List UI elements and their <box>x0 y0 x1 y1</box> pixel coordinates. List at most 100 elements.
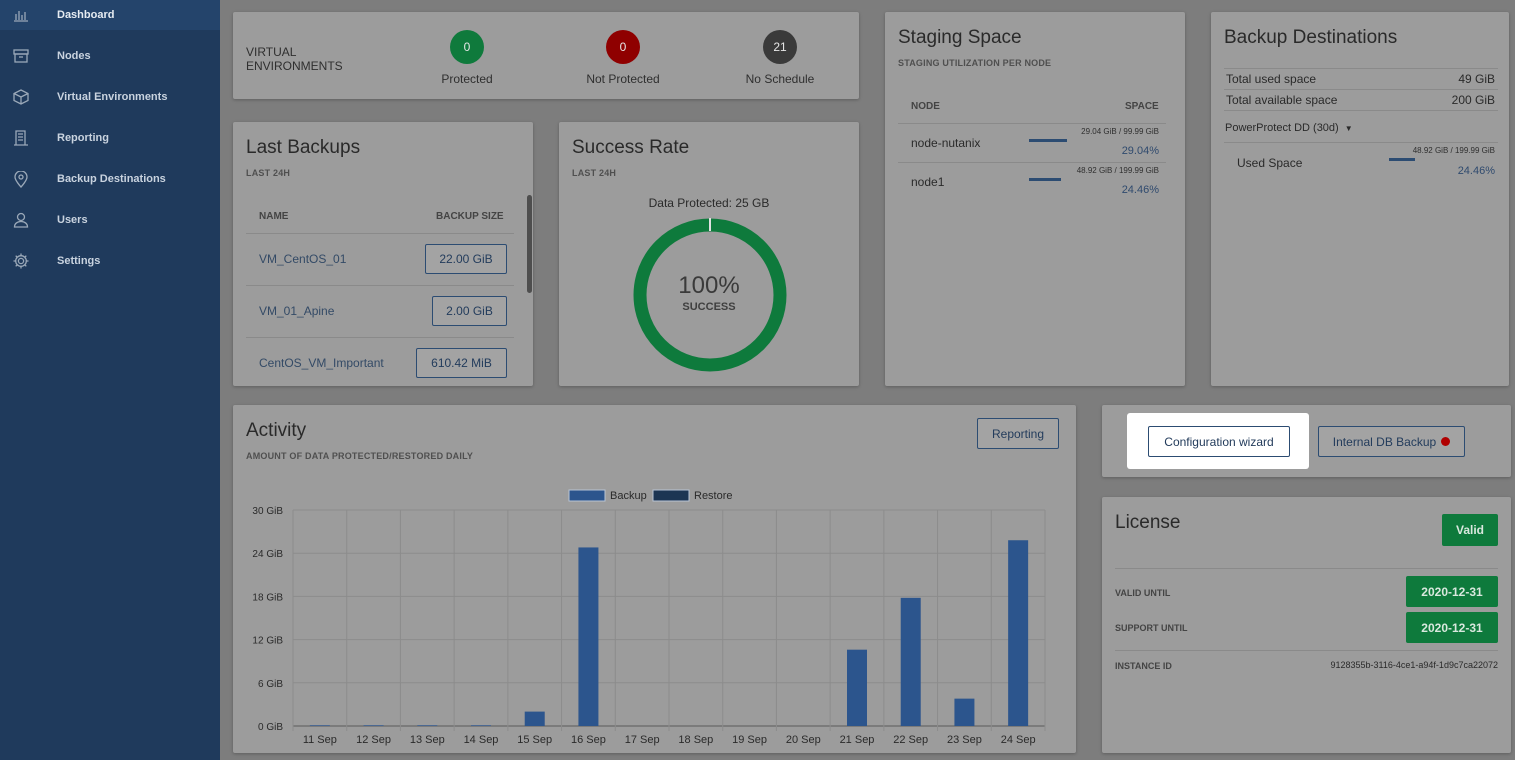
protected-label: Protected <box>441 72 493 86</box>
x-tick-label: 24 Sep <box>1001 734 1036 746</box>
ve-stat-protected[interactable]: 0 Protected <box>407 30 527 86</box>
column-header-node: NODE <box>911 101 940 112</box>
sidebar-item-dashboard[interactable]: Dashboard <box>0 0 220 30</box>
virtual-environments-card: VIRTUAL ENVIRONMENTS 0 Protected 0 Not P… <box>233 12 859 99</box>
virtual-environments-label: VIRTUAL ENVIRONMENTS <box>246 45 356 73</box>
total-available-label: Total available space <box>1226 93 1338 107</box>
license-valid-badge: Valid <box>1442 514 1498 546</box>
sidebar-item-label: Backup Destinations <box>57 173 166 185</box>
staging-space-subtitle: STAGING UTILIZATION PER NODE <box>898 58 1052 68</box>
report-icon <box>12 129 30 147</box>
sidebar-item-label: Settings <box>57 255 101 267</box>
divider <box>1224 89 1498 90</box>
backup-bar <box>417 725 438 726</box>
divider <box>246 337 514 338</box>
staging-usage-text: 48.92 GiB / 199.99 GiB <box>1076 166 1159 175</box>
instance-id-label: INSTANCE ID <box>1115 661 1172 671</box>
divider <box>1224 68 1498 69</box>
x-tick-label: 12 Sep <box>356 734 391 746</box>
x-tick-label: 18 Sep <box>678 734 713 746</box>
sidebar-item-label: Virtual Environments <box>57 91 168 103</box>
internal-db-backup-label: Internal DB Backup <box>1332 434 1437 449</box>
staging-usage-percent: 24.46% <box>1121 184 1159 196</box>
backup-bar <box>900 597 921 726</box>
divider <box>898 162 1166 163</box>
staging-node-name: node-nutanix <box>911 136 981 150</box>
configuration-wizard-button[interactable]: Configuration wizard <box>1148 426 1290 457</box>
backup-bar <box>847 649 867 726</box>
x-tick-label: 15 Sep <box>517 734 552 746</box>
last-backups-scrollbar[interactable] <box>527 195 532 293</box>
divider <box>1115 650 1498 651</box>
y-tick-label: 24 GiB <box>252 549 283 560</box>
backup-row-name[interactable]: CentOS_VM_Important <box>259 356 384 370</box>
activity-chart: 0 GiB 6 GiB 12 GiB 18 GiB 24 GiB 30 GiB 11 Sep… <box>252 489 1046 746</box>
x-tick-label: 14 Sep <box>464 734 499 746</box>
staging-usage-percent: 29.04% <box>1121 145 1159 157</box>
divider <box>898 123 1166 124</box>
divider <box>1224 142 1498 143</box>
sidebar-item-nodes[interactable]: Nodes <box>0 41 220 71</box>
protected-count-badge: 0 <box>450 30 484 64</box>
cube-icon <box>12 88 30 106</box>
success-rate-subtitle: LAST 24H <box>572 168 617 178</box>
sidebar-item-label: Users <box>57 214 88 226</box>
support-until-value: 2020-12-31 <box>1406 612 1498 643</box>
used-space-percent: 24.46% <box>1457 165 1495 177</box>
sidebar-item-virtual-environments[interactable]: Virtual Environments <box>0 82 220 112</box>
backup-bar <box>309 725 330 726</box>
y-tick-label: 0 GiB <box>258 722 283 733</box>
used-space-bar <box>1389 158 1415 161</box>
sidebar: Dashboard Nodes Virtual Environments Rep… <box>0 0 220 760</box>
gear-icon <box>12 252 30 270</box>
user-icon <box>12 211 30 229</box>
staging-node-name: node1 <box>911 175 945 189</box>
legend-swatch <box>652 489 690 502</box>
license-card: License Valid VALID UNTIL 2020-12-31 SUP… <box>1102 497 1511 753</box>
staging-usage-text: 29.04 GiB / 99.99 GiB <box>1081 127 1159 136</box>
staging-usage-bar <box>1029 139 1067 142</box>
divider <box>1115 568 1498 569</box>
backup-size-button[interactable]: 22.00 GiB <box>425 244 507 274</box>
success-status: SUCCESS <box>682 301 736 313</box>
ve-stat-no-schedule[interactable]: 21 No Schedule <box>720 30 840 86</box>
y-tick-label: 6 GiB <box>258 679 283 690</box>
ve-label-line: ENVIRONMENTS <box>246 59 343 73</box>
total-used-value: 49 GiB <box>1458 72 1495 86</box>
total-available-value: 200 GiB <box>1451 93 1495 107</box>
valid-until-label: VALID UNTIL <box>1115 588 1171 598</box>
staging-usage-bar <box>1029 178 1061 181</box>
backup-row-name[interactable]: VM_01_Apine <box>259 304 334 318</box>
data-protected-label: Data Protected: 25 GB <box>648 196 770 210</box>
backup-size-button[interactable]: 610.42 MiB <box>416 348 507 378</box>
ve-stat-not-protected[interactable]: 0 Not Protected <box>563 30 683 86</box>
sidebar-item-reporting[interactable]: Reporting <box>0 123 220 153</box>
valid-until-value: 2020-12-31 <box>1406 576 1498 607</box>
column-header-space: SPACE <box>1125 101 1159 112</box>
no-schedule-label: No Schedule <box>745 72 815 86</box>
sidebar-item-settings[interactable]: Settings <box>0 246 220 276</box>
x-tick-label: 11 Sep <box>303 734 337 746</box>
success-rate-title: Success Rate <box>572 137 690 158</box>
backup-row-name[interactable]: VM_CentOS_01 <box>259 252 346 266</box>
success-rate-card: Success Rate LAST 24H Data Protected: 25… <box>559 122 859 386</box>
map-pin-icon <box>12 170 30 188</box>
y-tick-label: 30 GiB <box>252 506 283 517</box>
y-tick-label: 18 GiB <box>252 592 283 603</box>
divider <box>246 233 514 234</box>
backup-size-button[interactable]: 2.00 GiB <box>432 296 507 326</box>
sidebar-item-backup-destinations[interactable]: Backup Destinations <box>0 164 220 194</box>
backup-destinations-title: Backup Destinations <box>1224 27 1398 48</box>
sidebar-item-users[interactable]: Users <box>0 205 220 235</box>
no-schedule-count-badge: 21 <box>763 30 797 64</box>
y-tick-label: 12 GiB <box>252 636 283 647</box>
used-space-label: Used Space <box>1237 156 1303 170</box>
instance-id-value: 9128355b-3116-4ce1-a94f-1d9c7ca22072 <box>1330 660 1498 670</box>
column-header-name: NAME <box>259 211 289 222</box>
license-title: License <box>1115 512 1181 533</box>
internal-db-backup-button[interactable]: Internal DB Backup <box>1318 426 1465 457</box>
last-backups-title: Last Backups <box>246 137 361 158</box>
backup-bar <box>363 725 384 726</box>
backup-bar <box>1008 540 1029 726</box>
destination-dropdown[interactable]: PowerProtect DD (30d) ▼ <box>1225 122 1353 134</box>
